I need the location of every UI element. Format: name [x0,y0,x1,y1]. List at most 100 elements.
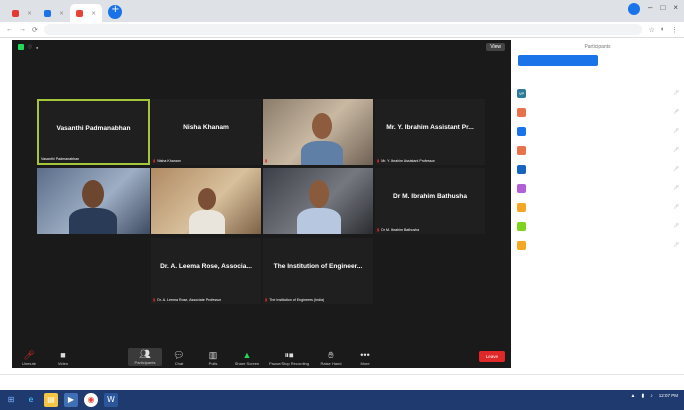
participant-display-name: Dr M. Ibrahim Bathusha [392,193,467,201]
tab-close-icon[interactable]: × [91,10,96,17]
video-button[interactable]: ■ Video [46,350,80,366]
bookmark-star-icon[interactable]: ☆ [648,26,654,34]
maximize-icon[interactable]: □ [660,3,665,15]
mic-icon: 🎤︎ [673,166,679,171]
participant-video-tile[interactable] [151,168,261,234]
participant-list-item[interactable]: VP 🎤︎ [517,87,679,99]
more-button[interactable]: ••• More [348,350,382,366]
person-body [69,208,117,234]
mic-icon: 🎤︎ [673,185,679,190]
participants-icon: 👥︎ [139,349,151,359]
participant-display-name: Mr. Y. Ibrahim Assistant Pr... [386,124,474,132]
unmute-button[interactable]: 🎤︎ Unmute [12,350,46,366]
browser-tab-2[interactable]: × [38,4,70,22]
tab-close-icon[interactable]: × [59,10,64,17]
mic-icon: 🎤︎ [673,223,679,228]
participant-tile[interactable]: Dr. A. Leema Rose, Associa... ▮ Dr. A. Le… [151,238,261,304]
profile-icon[interactable] [628,3,641,15]
extension-icon[interactable]: ◐ [661,26,665,34]
panel-tab-active[interactable] [518,55,598,66]
participant-label: ▮ Dr. A. Leema Rose, Associate Professor [153,297,222,302]
participant-video-tile[interactable] [263,168,373,234]
avatar [517,126,526,136]
meeting-info-icon[interactable]: ⓘ [28,44,32,50]
clock-time: 12:07 PM [658,393,678,398]
participant-display-name: Nisha Khanam [183,124,229,132]
raise-hand-button[interactable]: ✋︎ Raise Hand [314,350,348,366]
avatar [517,164,526,174]
media-player-icon[interactable]: ▶ [64,393,78,407]
tab-close-icon[interactable]: × [27,10,32,17]
avatar [517,107,526,117]
participant-list-item[interactable]: 🎤︎ [517,239,679,251]
participant-list-item[interactable]: 🎤︎ [517,220,679,232]
microphone-icon: 🎤︎ [23,350,35,360]
participant-label: Vasanthi Padmanabhan [41,157,80,161]
taskbar: ⊞ e ▤ ▶ ◉ W ▲ ▮ ♪ 12:07 PM [0,390,684,410]
participant-tile[interactable]: The Institution of Engineer... ▮ The Inst… [263,238,373,304]
recording-indicator-icon: ● [36,44,39,50]
view-button[interactable]: View [486,43,505,51]
recording-icon: ⏸⏹ [284,350,294,360]
mic-muted-icon: ▮ [265,297,268,302]
participant-list-item[interactable]: 🎤︎ [517,182,679,194]
participant-list-item[interactable]: 🎤︎ [517,106,679,118]
polls-icon: ▥ [208,350,218,360]
url-field[interactable] [43,24,643,35]
meeting-window: ⓘ ● View Vasanthi Padmanabhan Vasanthi P… [12,40,511,368]
word-icon[interactable]: W [104,393,118,407]
person-head [309,180,329,208]
participant-tile[interactable]: Mr. Y. Ibrahim Assistant Pr... ▮ Mr. Y. I… [375,99,485,165]
participant-video-tile[interactable]: ▮ [263,99,373,165]
participant-tile[interactable]: Dr M. Ibrahim Bathusha ▮ Dr M. Ibrahim Ba… [375,168,485,234]
participant-list-item[interactable]: 🎤︎ [517,144,679,156]
clock[interactable]: 12:07 PM [659,393,678,399]
avatar [517,145,526,155]
participant-list-item[interactable]: 🎤︎ [517,163,679,175]
ie-icon[interactable]: e [24,393,38,407]
chat-button[interactable]: 💬︎ Chat [162,350,196,366]
new-tab-button[interactable] [108,4,123,19]
participant-display-name: Dr. A. Leema Rose, Associa... [160,263,252,271]
start-icon[interactable]: ⊞ [4,393,18,407]
menu-icon[interactable]: ⋮ [671,26,678,34]
participant-label: ▮ Mr. Y. Ibrahim Assistant Professor [377,158,435,163]
avatar [517,221,526,231]
share-screen-button[interactable]: ▲ Share Screen [230,350,264,366]
tab-favicon [76,9,84,17]
browser-tab-3[interactable]: × [70,4,103,22]
forward-icon[interactable]: → [19,26,26,33]
leave-button[interactable]: Leave [478,351,505,362]
participant-video-tile[interactable] [37,168,150,234]
minimize-icon[interactable]: – [648,3,652,15]
participant-display-name: The Institution of Engineer... [273,263,363,271]
back-icon[interactable]: ← [6,26,13,33]
panel-title: Participants [584,44,611,50]
participant-tile[interactable]: Vasanthi Padmanabhan Vasanthi Padmanabha… [37,99,150,165]
reload-icon[interactable]: ⟳ [32,26,38,34]
participant-tile[interactable]: Nisha Khanam ▮ Nisha Khanam [151,99,261,165]
mic-icon: 🎤︎ [673,147,679,152]
tray-arrow-icon[interactable]: ▲ [631,393,636,399]
chrome-icon[interactable]: ◉ [84,393,98,407]
recording-button[interactable]: ⏸⏹ Pause/Stop Recording [264,350,314,366]
volume-icon[interactable]: ♪ [650,393,653,399]
browser-tab-1[interactable]: × [6,4,38,22]
avatar: VP [517,88,526,98]
shield-icon[interactable] [18,44,24,50]
participant-list-item[interactable]: 🎤︎ [517,125,679,137]
mic-muted-icon: ▮ [377,227,380,232]
participant-label: ▮ The Institution of Engineers (India) [265,297,325,302]
browser-tab-strip: × × × – □ × [0,0,684,22]
polls-button[interactable]: ▥ Polls [196,350,230,366]
close-window-icon[interactable]: × [673,3,678,15]
participants-button[interactable]: 👥︎ Participants [128,348,162,366]
tab-favicon [44,9,52,17]
chat-icon: 💬︎ [173,350,185,360]
file-explorer-icon[interactable]: ▤ [44,393,58,407]
participant-list-item[interactable]: 🎤︎ [517,201,679,213]
more-icon: ••• [360,350,370,360]
screen: × × × – □ × ← → ⟳ ☆ ◐ ⋮ [0,0,684,410]
tab-favicon [12,9,19,17]
network-icon[interactable]: ▮ [641,393,644,399]
